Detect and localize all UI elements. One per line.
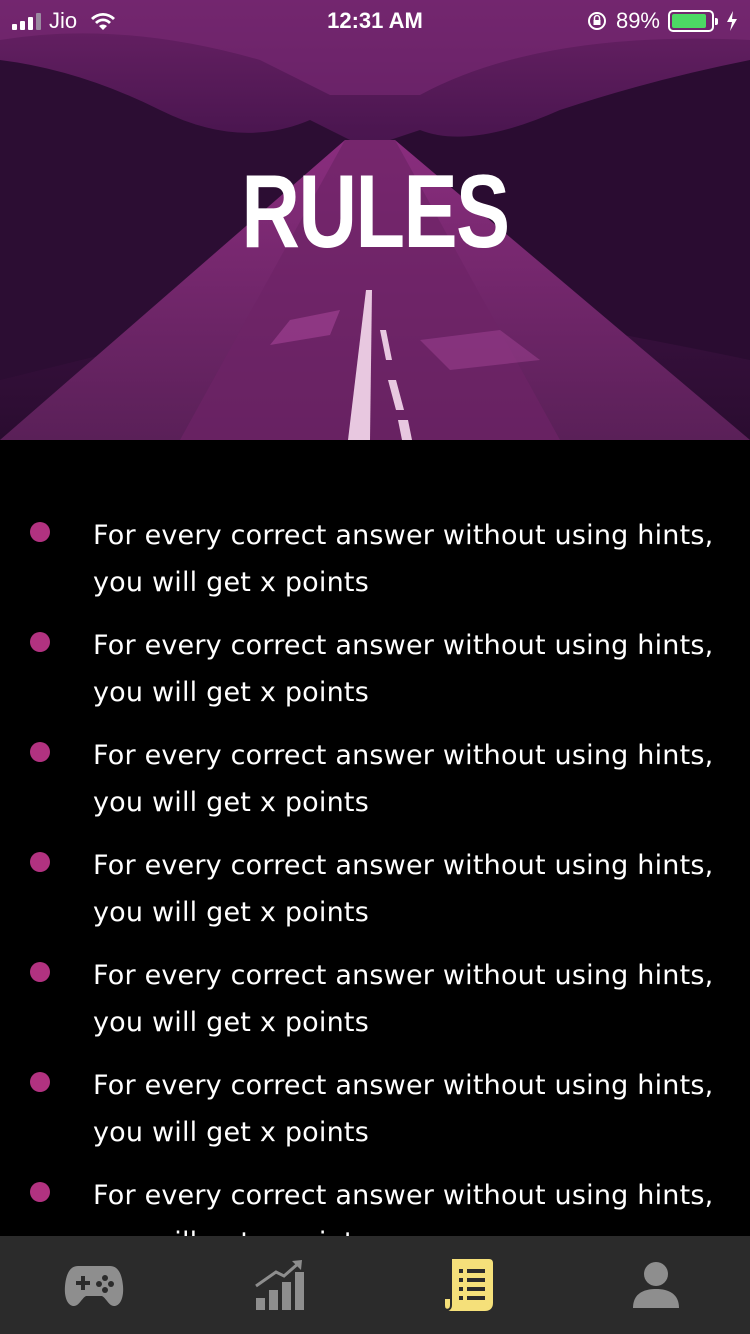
bullet-icon <box>30 632 50 652</box>
list-item: For every correct answer without using h… <box>0 550 750 708</box>
tab-rules[interactable] <box>409 1236 529 1334</box>
list-item: For every correct answer without using h… <box>0 440 750 598</box>
tab-stats[interactable] <box>221 1236 341 1334</box>
tab-profile[interactable] <box>596 1236 716 1334</box>
list-item: For every correct answer without using h… <box>0 770 750 928</box>
status-right: 89% <box>586 8 738 34</box>
bullet-icon <box>30 852 50 872</box>
hero-banner: RULES <box>0 0 750 440</box>
list-item: For every correct answer without using h… <box>0 880 750 1038</box>
profile-icon <box>633 1262 680 1308</box>
charging-icon <box>727 11 737 31</box>
tab-play[interactable] <box>34 1236 154 1334</box>
orientation-lock-icon <box>587 12 606 30</box>
list-item: For every correct answer without using h… <box>0 660 750 818</box>
bullet-icon <box>30 742 50 762</box>
bullet-icon <box>30 522 50 542</box>
rules-list[interactable]: For every correct answer without using h… <box>0 440 750 1236</box>
battery-percent: 89% <box>615 8 660 33</box>
list-item: For every correct answer without using h… <box>0 1100 750 1236</box>
rule-text: For every correct answer without using h… <box>93 1180 714 1236</box>
stats-icon <box>255 1260 305 1310</box>
battery-fill <box>672 14 706 28</box>
status-bar: Jio 12:31 AM 89% <box>0 0 750 40</box>
rules-scroll-icon <box>444 1259 493 1311</box>
bullet-icon <box>30 1072 50 1092</box>
bullet-icon <box>30 962 50 982</box>
battery-icon <box>668 10 718 32</box>
page-title: RULES <box>241 154 510 270</box>
gamepad-icon <box>64 1266 123 1306</box>
tab-bar <box>0 1236 750 1334</box>
list-item: For every correct answer without using h… <box>0 990 750 1148</box>
bullet-icon <box>30 1182 50 1202</box>
